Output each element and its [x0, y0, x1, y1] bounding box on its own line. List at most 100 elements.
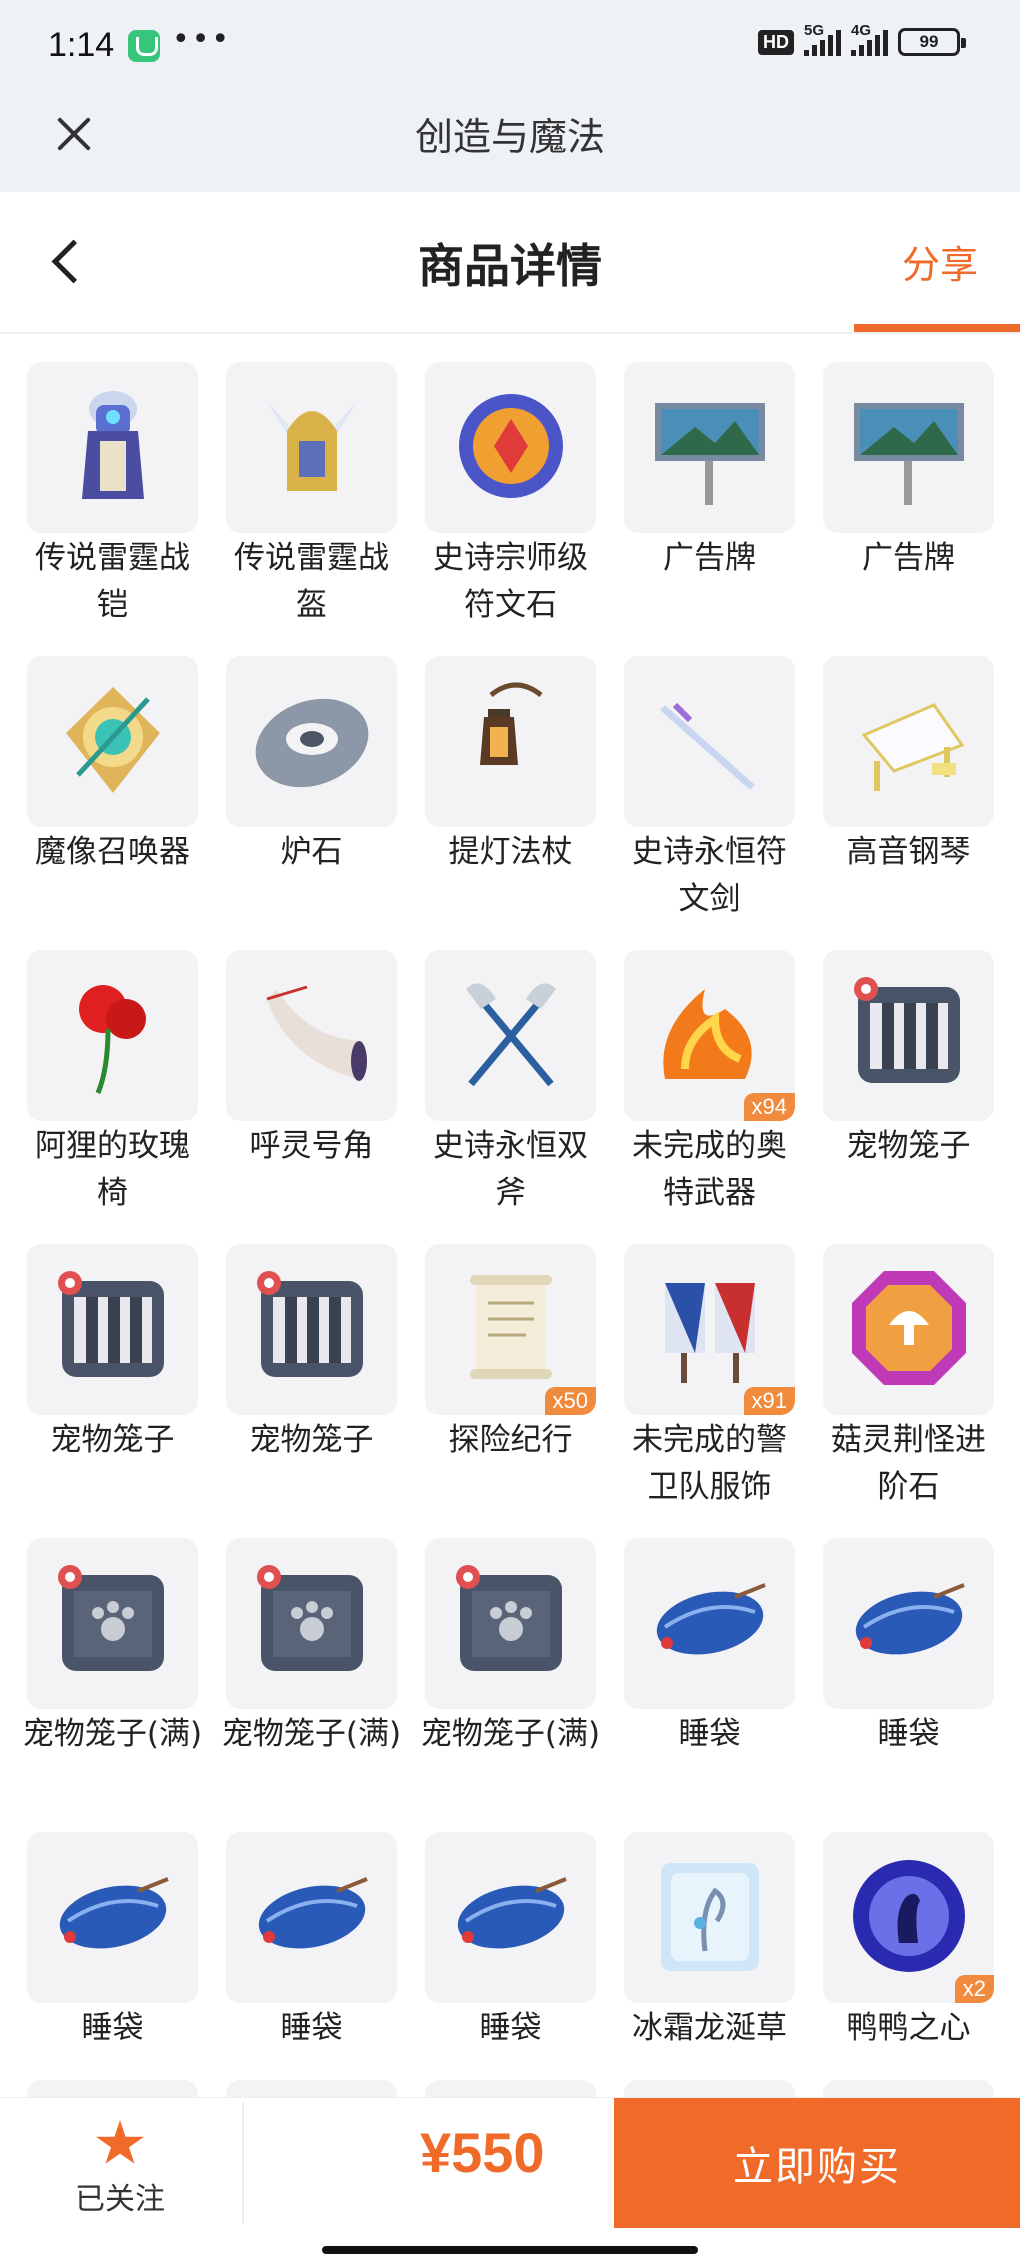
item-card[interactable]: 阿狸的玫瑰椅 [27, 950, 198, 1244]
hd-voice-icon: HD [758, 29, 794, 55]
rose-chair-icon [48, 969, 178, 1103]
item-name: 传说雷霆战盔 [234, 540, 389, 623]
page-title: 商品详情 [418, 239, 602, 293]
more-dots-icon: ••• [172, 22, 232, 57]
status-bar: 1:14 ••• HD 5G 4G 99 [0, 0, 1020, 92]
piano-icon [844, 675, 974, 809]
item-thumbnail [624, 656, 795, 827]
item-name: 冰霜龙涎草 [632, 2010, 787, 2046]
duck-heart-icon [844, 1851, 974, 1985]
item-name: 睡袋 [678, 1716, 741, 1752]
item-thumbnail [823, 950, 994, 1121]
item-card[interactable]: 宠物笼子 [27, 1244, 198, 1538]
item-card[interactable]: x94 未完成的奥特武器 [624, 950, 795, 1244]
armor-icon [48, 381, 178, 515]
item-thumbnail: x50 [425, 1244, 596, 1415]
divider [242, 2102, 244, 2224]
item-name: 菇灵荆怪进阶石 [831, 1422, 986, 1505]
item-card[interactable]: 魔像召唤器 [27, 656, 198, 950]
flame-weapon-icon [645, 969, 775, 1103]
helmet-icon [247, 381, 377, 515]
item-thumbnail [27, 656, 198, 827]
item-name: 宠物笼子 [50, 1422, 175, 1458]
follow-button[interactable]: 已关注 [40, 2120, 200, 2218]
item-card[interactable]: 高音钢琴 [823, 656, 994, 950]
item-card[interactable]: 宠物笼子 [823, 950, 994, 1244]
item-name: 高音钢琴 [846, 834, 971, 870]
item-name: 未完成的奥特武器 [632, 1128, 787, 1211]
item-name: 传说雷霆战铠 [35, 540, 190, 623]
item-name: 睡袋 [479, 2010, 542, 2046]
item-card[interactable]: 传说雷霆战盔 [226, 362, 397, 656]
follow-label: 已关注 [75, 2182, 165, 2217]
hearthstone-icon [247, 675, 377, 809]
item-thumbnail [425, 1538, 596, 1709]
item-card[interactable]: 提灯法杖 [425, 656, 596, 950]
item-name: 睡袋 [280, 2010, 343, 2046]
item-card[interactable]: 广告牌 [823, 362, 994, 656]
share-underline [854, 324, 1020, 332]
item-card[interactable]: 宠物笼子(满) [421, 1538, 600, 1832]
pet-cage-icon [247, 1263, 377, 1397]
item-name: 史诗永恒符文剑 [632, 834, 787, 917]
item-name: 炉石 [280, 834, 343, 870]
shield-app-icon [128, 30, 160, 62]
item-name: 睡袋 [877, 1716, 940, 1752]
item-card[interactable]: 宠物笼子 [226, 1244, 397, 1538]
item-card[interactable]: x91 未完成的警卫队服饰 [624, 1244, 795, 1538]
item-name: 宠物笼子(满) [22, 1716, 203, 1752]
item-name: 宠物笼子 [846, 1128, 971, 1164]
item-thumbnail [226, 362, 397, 533]
item-thumbnail [226, 950, 397, 1121]
item-thumbnail [823, 362, 994, 533]
item-thumbnail [27, 950, 198, 1121]
item-grid: 传说雷霆战铠 传说雷霆战盔 史诗宗师级符文石 广告牌 广告牌 魔像召唤器 炉石 提灯法杖 史诗永… [23, 362, 997, 2126]
scroll-icon [446, 1263, 576, 1397]
item-thumbnail: x94 [624, 950, 795, 1121]
item-name: 提灯法杖 [448, 834, 573, 870]
item-card[interactable]: 宠物笼子(满) [23, 1538, 202, 1832]
item-name: 史诗宗师级符文石 [433, 540, 588, 623]
item-card[interactable]: 史诗永恒符文剑 [624, 656, 795, 950]
quantity-badge: x2 [954, 1975, 994, 2003]
item-thumbnail: x91 [624, 1244, 795, 1415]
item-card[interactable]: x50 探险纪行 [425, 1244, 596, 1538]
item-thumbnail [624, 1538, 795, 1709]
item-name: 魔像召唤器 [35, 834, 190, 870]
item-name: 宠物笼子 [249, 1422, 374, 1458]
rune-stone-icon [446, 381, 576, 515]
share-button[interactable]: 分享 [902, 234, 978, 289]
double-axe-icon [446, 969, 576, 1103]
item-card[interactable]: 史诗宗师级符文石 [425, 362, 596, 656]
app-title: 创造与魔法 [414, 115, 605, 159]
item-card[interactable]: 菇灵荆怪进阶石 [823, 1244, 994, 1538]
mushroom-gem-icon [844, 1263, 974, 1397]
item-thumbnail [226, 656, 397, 827]
item-name: 宠物笼子(满) [221, 1716, 402, 1752]
golem-summoner-icon [48, 675, 178, 809]
item-name: 史诗永恒双斧 [433, 1128, 588, 1211]
lantern-staff-icon [446, 675, 576, 809]
pet-cage-full-icon [48, 1557, 178, 1691]
item-card[interactable]: 睡袋 [624, 1538, 795, 1832]
item-card[interactable]: 史诗永恒双斧 [425, 950, 596, 1244]
item-thumbnail [27, 362, 198, 533]
item-card[interactable]: 炉石 [226, 656, 397, 950]
item-thumbnail [823, 656, 994, 827]
item-thumbnail [425, 656, 596, 827]
item-name: 广告牌 [862, 540, 955, 576]
item-card[interactable]: 宠物笼子(满) [222, 1538, 401, 1832]
item-name: 探险纪行 [448, 1422, 573, 1458]
billboard-icon [844, 381, 974, 515]
item-card[interactable]: 广告牌 [624, 362, 795, 656]
battery-icon: 99 [898, 28, 966, 56]
buy-now-button[interactable]: 立即购买 [614, 2098, 1020, 2228]
item-thumbnail [27, 1244, 198, 1415]
home-indicator[interactable] [322, 2246, 698, 2254]
item-card[interactable]: 传说雷霆战铠 [27, 362, 198, 656]
item-card[interactable]: 睡袋 [823, 1538, 994, 1832]
frost-herb-icon [645, 1851, 775, 1985]
item-card[interactable]: 呼灵号角 [226, 950, 397, 1244]
item-name: 呼灵号角 [249, 1128, 374, 1164]
status-time: 1:14 [48, 26, 115, 64]
